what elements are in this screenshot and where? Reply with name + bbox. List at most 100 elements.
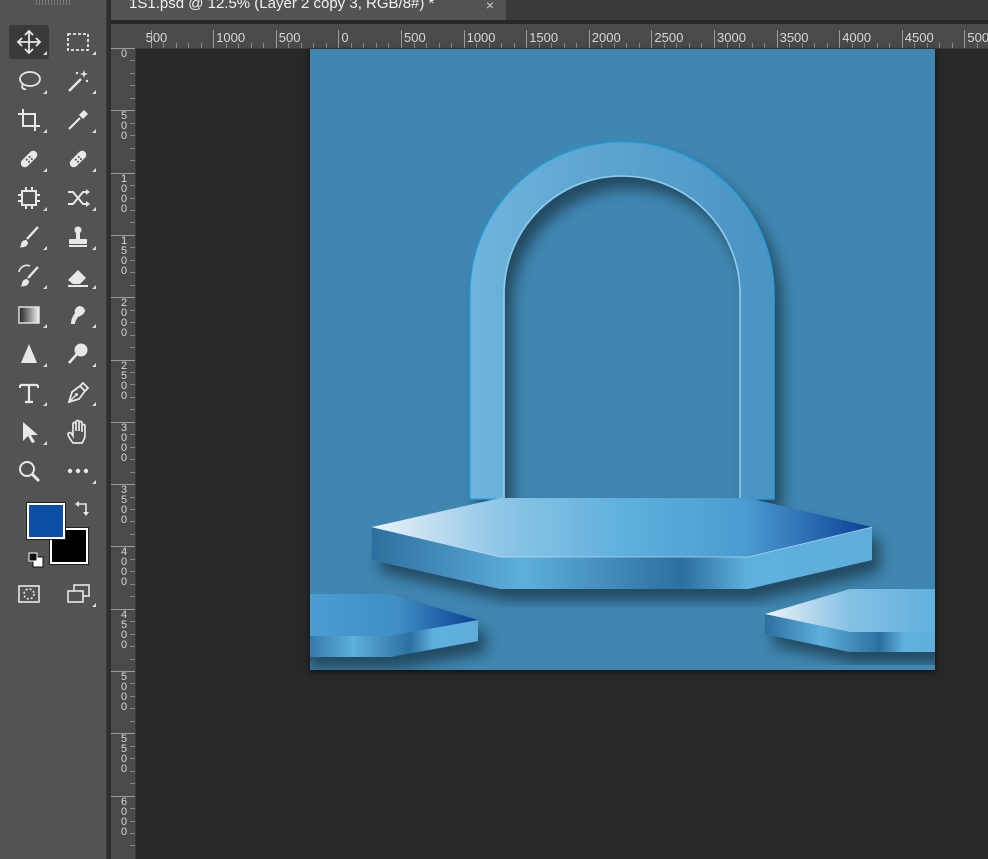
eraser-tool-icon[interactable] [58, 259, 98, 293]
lasso-tool-icon[interactable] [9, 64, 49, 98]
ruler-minor-tick [250, 43, 252, 48]
ruler-minor-tick [130, 695, 135, 697]
ruler-minor-tick [388, 43, 390, 48]
ruler-label: 1000 [216, 30, 246, 45]
type-tool-icon[interactable] [9, 376, 49, 410]
ruler-minor-tick [814, 43, 816, 48]
ruler-minor-tick [130, 720, 135, 722]
ruler-minor-tick [976, 43, 978, 48]
ruler-label: 3 5 0 0 [120, 484, 128, 527]
close-icon[interactable]: × [486, 0, 494, 12]
swap-colors-icon[interactable] [74, 500, 92, 518]
ruler-minor-tick [130, 558, 135, 560]
ruler-minor-tick [130, 209, 135, 211]
eyedropper-tool-icon[interactable] [58, 103, 98, 137]
ruler-minor-tick [451, 43, 453, 48]
ruler-minor-tick [313, 43, 315, 48]
ruler-minor-tick [130, 646, 135, 648]
ruler-tick [401, 30, 402, 48]
rectangular-marquee-tool-icon[interactable] [58, 25, 98, 59]
ruler-minor-tick [130, 521, 135, 523]
ruler-minor-tick [130, 160, 135, 162]
ruler-minor-tick [413, 43, 415, 48]
vertical-ruler[interactable]: 0 5 0 0 1 0 0 0 1 5 0 0 2 0 0 0 2 5 0 0 3 0 0 … [111, 48, 136, 859]
brush-tool-icon[interactable] [9, 220, 49, 254]
ruler-minor-tick [130, 309, 135, 311]
magic-wand-tool-icon[interactable] [58, 64, 98, 98]
ruler-tick [651, 30, 653, 48]
foreground-color-swatch[interactable] [26, 502, 66, 540]
dodge-tool-icon[interactable] [58, 337, 98, 371]
ruler-minor-tick [130, 459, 135, 461]
crop-tool-icon[interactable] [9, 103, 49, 137]
ruler-minor-tick [130, 147, 135, 149]
ruler-label: 4 5 0 0 [120, 608, 128, 651]
ruler-minor-tick [951, 43, 953, 48]
document-canvas[interactable] [300, 49, 950, 670]
ruler-minor-tick [130, 708, 135, 710]
horizontal-ruler[interactable]: 500 1000 500 0 500 1000 1500 2000 2500 3000 3500 40… [111, 24, 988, 49]
edit-toolbar-icon[interactable] [58, 454, 98, 488]
ruler-minor-tick [130, 60, 135, 62]
blur-tool-icon[interactable] [9, 337, 49, 371]
ruler-label: 500 [404, 30, 426, 45]
ruler-minor-tick [130, 135, 135, 137]
ruler-minor-tick [876, 43, 878, 48]
ruler-minor-tick [130, 533, 135, 535]
content-aware-move-tool-icon[interactable] [9, 181, 49, 215]
ruler-label: 1 0 0 0 [120, 172, 128, 215]
ruler-minor-tick [130, 471, 135, 473]
ruler-label: 4500 [904, 30, 934, 45]
ruler-label: 2 5 0 0 [120, 359, 128, 402]
ruler-label: 3500 [779, 30, 809, 45]
smudge-tool-icon[interactable] [58, 298, 98, 332]
ruler-minor-tick [926, 43, 928, 48]
ruler-minor-tick [300, 43, 302, 48]
ruler-label: 0 [341, 30, 349, 45]
transform-swap-tool-icon[interactable] [58, 181, 98, 215]
ruler-minor-tick [826, 43, 828, 48]
pen-tool-icon[interactable] [58, 376, 98, 410]
ruler-minor-tick [601, 43, 603, 48]
ruler-minor-tick [801, 43, 803, 48]
path-selection-tool-icon[interactable] [9, 415, 49, 449]
ruler-minor-tick [130, 247, 135, 249]
zoom-tool-icon[interactable] [9, 454, 49, 488]
ruler-minor-tick [130, 758, 135, 760]
ruler-label: 1000 [466, 30, 496, 45]
document-tab[interactable]: 1S1.psd @ 12.5% (Layer 2 copy 3, RGB/8#)… [111, 0, 506, 20]
ruler-label: 0 [120, 48, 128, 60]
ruler-minor-tick [130, 272, 135, 274]
quick-mask-icon[interactable] [9, 577, 49, 611]
ruler-minor-tick [130, 832, 135, 834]
default-colors-icon[interactable] [28, 552, 44, 568]
history-brush-tool-icon[interactable] [9, 259, 49, 293]
gradient-tool-icon[interactable] [9, 298, 49, 332]
clone-stamp-tool-icon[interactable] [58, 220, 98, 254]
artwork [300, 49, 950, 670]
ruler-tick [901, 30, 903, 48]
ruler-minor-tick [130, 222, 135, 224]
move-tool-icon[interactable] [9, 25, 49, 59]
ruler-label: 1500 [529, 30, 559, 45]
ruler-tick [964, 30, 966, 48]
ruler-minor-tick [130, 770, 135, 772]
ruler-minor-tick [130, 334, 135, 336]
ruler-minor-tick [576, 43, 578, 48]
hand-tool-icon[interactable] [58, 415, 98, 449]
ruler-minor-tick [130, 72, 135, 74]
ruler-tick [213, 30, 215, 48]
ruler-tick [839, 30, 841, 48]
ruler-minor-tick [130, 633, 135, 635]
spot-healing-brush-tool-icon[interactable] [9, 142, 49, 176]
ruler-minor-tick [426, 43, 428, 48]
ruler-minor-tick [851, 43, 853, 48]
ruler-label: 6 0 0 0 [120, 795, 128, 838]
ruler-label: 5 0 0 0 [120, 671, 128, 713]
ruler-tick [714, 30, 715, 48]
ruler-label: 3 0 0 0 [120, 421, 128, 464]
ruler-minor-tick [130, 371, 135, 373]
healing-brush-tool-icon[interactable] [58, 142, 98, 176]
screen-mode-icon[interactable] [58, 577, 98, 611]
panel-grip[interactable] [36, 0, 70, 5]
